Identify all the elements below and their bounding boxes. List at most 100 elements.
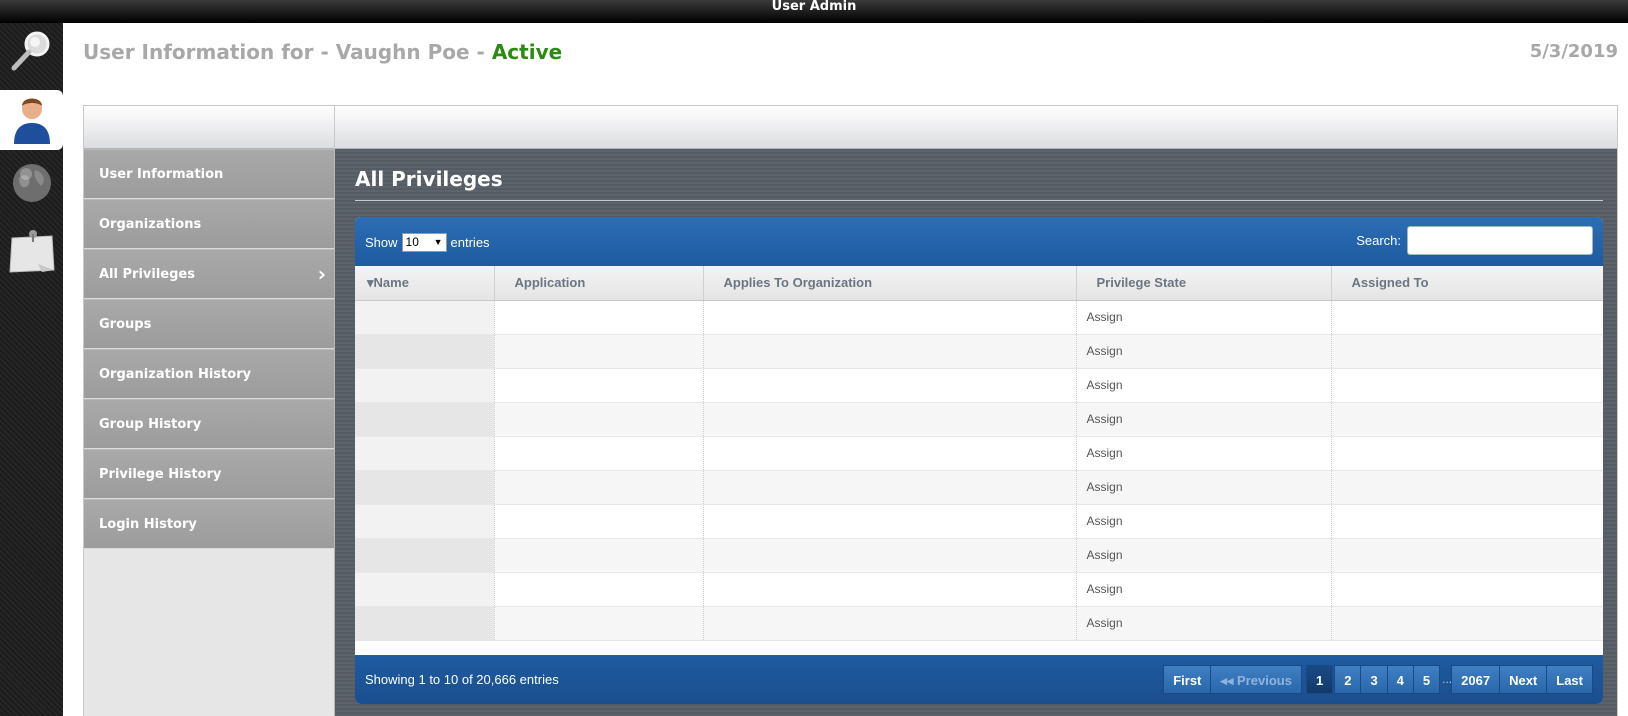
cell-privilege-state: Assign [1076,504,1332,539]
cell-assigned-to [1331,606,1603,641]
page-button-5[interactable]: 5 [1412,665,1441,694]
user-title-text: User Information for - Vaughn Poe - [83,40,492,64]
section-title: All Privileges [355,167,503,191]
frame-toolbar [84,106,1617,149]
cell-organization [703,368,1077,403]
cell-privilege-state: Assign [1076,572,1332,607]
column-header-application[interactable]: Application [494,266,704,301]
sidebar-item-label: User Information [99,167,224,182]
table-row[interactable]: Assign [355,572,1603,607]
rail-search-button[interactable] [0,23,63,83]
cell-name [355,436,495,471]
chevron-right-icon: › [317,262,326,286]
previous-page-button[interactable]: ◂◂ Previous [1210,665,1302,694]
sidebar-item-all-privileges[interactable]: All Privileges › [84,249,334,299]
cell-privilege-state: Assign [1076,538,1332,573]
page-button-4[interactable]: 4 [1386,665,1414,694]
page-size-value: 10 [405,235,419,249]
cell-assigned-to [1331,470,1603,505]
sidebar-item-label: Group History [99,417,202,432]
notepad-icon [8,228,56,279]
cell-organization [703,504,1077,539]
sidebar: User Information Organizations All Privi… [84,149,335,716]
rail-globe-button[interactable] [0,155,63,215]
table-row[interactable]: Assign [355,538,1603,573]
magnifier-icon [9,28,55,79]
cell-application [494,606,704,641]
sidebar-item-group-history[interactable]: Group History [84,399,334,449]
cell-organization [703,436,1077,471]
next-page-button[interactable]: Next [1499,665,1548,694]
table-row[interactable]: Assign [355,300,1603,335]
cell-application [494,504,704,539]
cell-assigned-to [1331,300,1603,335]
cell-organization [703,334,1077,369]
sidebar-item-privilege-history[interactable]: Privilege History [84,449,334,499]
sidebar-item-label: All Privileges [99,267,195,282]
table-row[interactable]: Assign [355,470,1603,505]
cell-application [494,368,704,403]
last-page-button[interactable]: Last [1546,665,1593,694]
sidebar-item-organization-history[interactable]: Organization History [84,349,334,399]
sidebar-item-label: Privilege History [99,467,222,482]
status-badge: Active [491,40,563,64]
table-row[interactable]: Assign [355,334,1603,369]
sidebar-item-label: Organizations [99,217,202,232]
rail-notes-button[interactable] [0,223,63,283]
cell-organization [703,572,1077,607]
sidebar-item-label: Groups [99,317,152,332]
sidebar-item-organizations[interactable]: Organizations [84,199,334,249]
cell-assigned-to [1331,538,1603,573]
cell-privilege-state: Assign [1076,470,1332,505]
sidebar-item-label: Organization History [99,367,252,382]
table-row[interactable]: Assign [355,436,1603,471]
column-header-assigned-to[interactable]: Assigned To [1331,266,1603,301]
column-header-applies-to-organization[interactable]: Applies To Organization [703,266,1077,301]
current-date: 5/3/2019 [1529,41,1618,62]
page-header: User Information for - Vaughn Poe - Acti… [63,23,1628,105]
page-button-1[interactable]: 1 [1305,665,1334,694]
cell-organization [703,538,1077,573]
content-panel: All Privileges Show 10 ▼ entries Search: [335,149,1617,716]
column-header-name[interactable]: ▾Name [355,266,495,301]
section-divider [355,200,1603,201]
cell-privilege-state: Assign [1076,300,1332,335]
page-button-last-number[interactable]: 2067 [1451,665,1501,694]
table-row[interactable]: Assign [355,368,1603,403]
cell-organization [703,402,1077,437]
first-page-button[interactable]: First [1163,665,1212,694]
dropdown-arrow-icon: ▼ [433,237,443,247]
column-header-label: Name [373,274,409,290]
previous-label: Previous [1237,673,1292,688]
sidebar-item-login-history[interactable]: Login History [84,499,334,549]
page-size-select[interactable]: 10 ▼ [401,233,447,252]
sidebar-item-label: Login History [99,517,197,532]
cell-name [355,368,495,403]
table-row[interactable]: Assign [355,504,1603,539]
sidebar-item-groups[interactable]: Groups [84,299,334,349]
page-button-3[interactable]: 3 [1360,665,1388,694]
cell-privilege-state: Assign [1076,402,1332,437]
table-row[interactable]: Assign [355,402,1603,437]
search-control: Search: [1356,226,1593,255]
cell-assigned-to [1331,436,1603,471]
cell-application [494,334,704,369]
cell-privilege-state: Assign [1076,436,1332,471]
cell-application [494,470,704,505]
app-rail [0,23,63,716]
cell-application [494,436,704,471]
cell-application [494,300,704,335]
rail-user-button[interactable] [0,90,63,150]
frame-divider [334,106,335,149]
table-footer: Showing 1 to 10 of 20,666 entries First … [355,655,1603,704]
cell-assigned-to [1331,334,1603,369]
cell-privilege-state: Assign [1076,368,1332,403]
page-button-2[interactable]: 2 [1334,665,1362,694]
search-input[interactable] [1407,226,1593,255]
cell-assigned-to [1331,572,1603,607]
sidebar-item-user-information[interactable]: User Information [84,149,334,199]
cell-organization [703,606,1077,641]
column-header-privilege-state[interactable]: Privilege State [1076,266,1332,301]
table-row[interactable]: Assign [355,606,1603,641]
cell-name [355,606,495,641]
